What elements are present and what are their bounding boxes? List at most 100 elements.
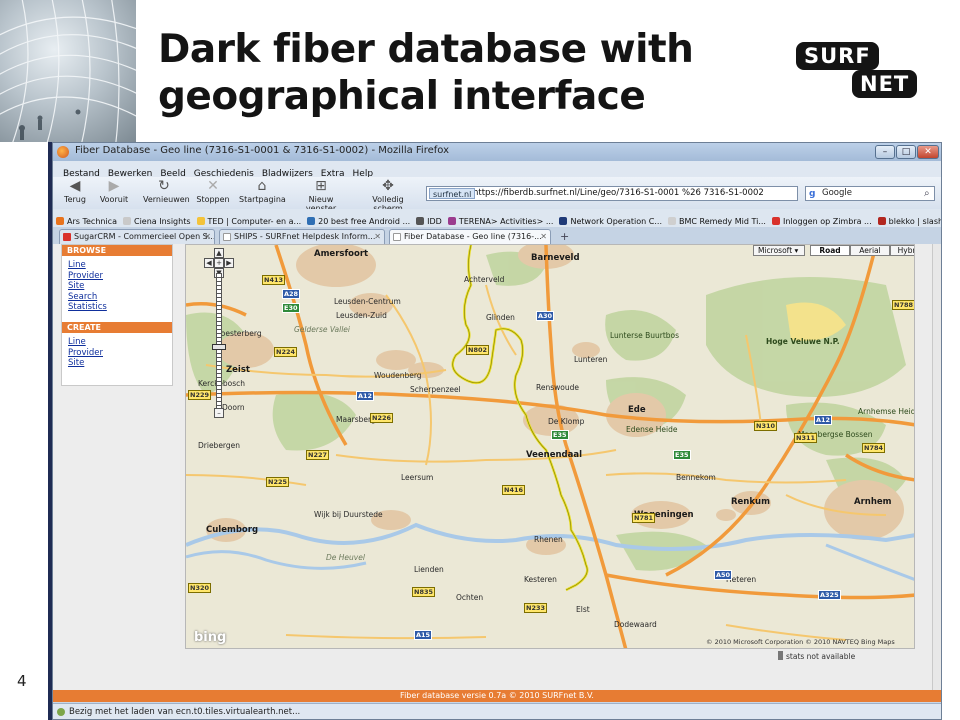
map-copyright: © 2010 Microsoft Corporation © 2010 NAVT… [706,638,895,646]
new-tab-button[interactable]: + [560,230,569,243]
road-shield: A15 [414,630,433,640]
create-heading: CREATE [62,322,172,333]
back-arrow-icon: ◀ [69,178,81,194]
home-icon: ⌂ [257,178,267,194]
sidebar-link-line[interactable]: Line [62,260,172,271]
bookmark-item[interactable]: 20 best free Android ... [304,213,413,226]
bookmark-icon [56,217,64,225]
sidebar-link-search[interactable]: Search [62,292,172,303]
region-label: Gelderse Vallei [294,325,350,334]
place-label: Leusden-Centrum [334,297,401,306]
place-label: Scherpenzeel [410,385,461,394]
place-label: Culemborg [206,525,259,535]
maximize-button[interactable]: □ [896,145,916,159]
browser-status-bar: Bezig met het laden van ecn.t0.tiles.vir… [53,703,941,719]
tab-ships[interactable]: SHIPS - SURFnet Helpdesk Inform... ✕ [219,229,385,244]
road-shield: N416 [502,485,526,495]
road-shield: N225 [266,477,290,487]
page-footer: Fiber database versie 0.7a © 2010 SURFne… [53,690,941,702]
browse-heading: BROWSE [62,245,172,256]
reload-button[interactable]: ↻ Vernieuwen [143,178,190,208]
new-window-button[interactable]: ⊞ Nieuw venster [293,178,349,213]
park-label: Lunterse Buurtbos [610,331,680,340]
map-type-road-button[interactable]: Road [810,245,850,256]
tab-close-icon[interactable]: ✕ [540,230,547,243]
forward-arrow-icon: ▶ [108,178,120,194]
back-button[interactable]: ◀ Terug [61,178,89,208]
logo-surf: SURF [796,42,879,70]
zoom-slider-thumb[interactable] [212,344,226,350]
tab-favicon-icon [223,233,231,241]
bookmark-icon [416,217,425,225]
map-view[interactable]: Amersfoort Soesterberg Leusden-Centrum L… [185,244,915,649]
bookmark-item[interactable]: BMC Remedy Mid Ti... [665,213,769,226]
stats-indicator-icon [778,651,783,660]
zoom-out-button[interactable]: – [214,408,224,418]
logo-net: NET [852,70,918,98]
tab-close-icon[interactable]: ✕ [204,230,211,243]
stop-button[interactable]: ✕ Stoppen [195,178,231,208]
sidebar-link-site[interactable]: Site [62,281,172,292]
tab-fiber-database[interactable]: Fiber Database - Geo line (7316-... ✕ [389,229,551,244]
close-window-button[interactable]: ✕ [917,145,939,159]
place-label: Barneveld [531,253,580,263]
road-shield: N310 [754,421,778,431]
new-window-icon: ⊞ [315,178,327,194]
road-shield: A28 [282,289,301,299]
road-shield: N784 [862,443,886,453]
bookmark-item[interactable]: TED | Computer- en a... [194,213,305,226]
slide-title-line-2: geographical interface [158,74,646,119]
folder-icon [196,217,205,225]
bookmark-item[interactable]: Ars Technica [53,213,120,226]
place-label: Leersum [401,473,434,482]
road-shield: N835 [412,587,436,597]
fullscreen-button[interactable]: ✥ Volledig scherm [357,178,419,213]
pan-right-button[interactable]: ▶ [224,258,234,268]
page-content: BROWSE Line Provider Site Search Statist… [53,244,941,690]
road-shield: N781 [632,513,656,523]
site-identity-badge[interactable]: surfnet.nl [429,188,476,199]
minimize-button[interactable]: – [875,145,895,159]
sidebar-link-create-line[interactable]: Line [62,337,172,348]
road-shield: E30 [282,303,300,313]
bookmark-item[interactable]: Ciena Insights [120,213,194,226]
sidebar-link-create-provider[interactable]: Provider [62,348,172,359]
pan-left-button[interactable]: ◀ [204,258,214,268]
window-titlebar: Fiber Database - Geo line (7316-S1-0001 … [53,143,941,161]
forward-button[interactable]: ▶ Vooruit [97,178,131,208]
place-label: Renkum [731,497,770,507]
place-label: Dodewaard [614,620,657,629]
bookmark-item[interactable]: IDD [413,213,445,226]
browser-window: Fiber Database - Geo line (7316-S1-0001 … [52,142,942,720]
page-scrollbar[interactable] [932,244,941,690]
bookmark-item[interactable]: Inloggen op Zimbra ... [769,213,875,226]
tab-label: SugarCRM - Commercieel Open S... [74,232,215,241]
map-type-aerial-button[interactable]: Aerial [850,245,890,256]
sidebar-link-statistics[interactable]: Statistics [62,302,172,313]
address-bar[interactable]: surfnet.nl https://fiberdb.surfnet.nl/Li… [426,186,798,201]
place-label: Bennekom [676,473,716,482]
bookmark-item[interactable]: TERENA> Activities> ... [445,213,557,226]
sidebar-link-provider[interactable]: Provider [62,271,172,282]
place-label: Driebergen [198,441,241,450]
tab-favicon-icon [63,233,71,241]
place-label: De Heuvel [326,553,365,562]
road-shield: N224 [274,347,298,357]
map-type-hybrid-button[interactable]: Hybrid [890,245,914,256]
tab-close-icon[interactable]: ✕ [374,230,381,243]
home-button[interactable]: ⌂ Startpagina [239,178,286,208]
bookmark-item[interactable]: blekko | slashtag sear... [875,213,941,226]
surfnet-logo: SURF NET [796,42,926,102]
sidebar-link-create-site[interactable]: Site [62,358,172,369]
pan-up-button[interactable]: ▲ [214,248,224,258]
search-input[interactable]: g Google ⌕ [805,186,935,201]
park-label: Hoge Veluwe N.P. [766,337,840,346]
zoom-in-button[interactable]: + [214,258,224,268]
place-label: Amersfoort [314,249,369,259]
slide-title: Dark fiber database with geographical in… [158,26,778,120]
zoom-slider[interactable] [216,273,222,413]
search-icon[interactable]: ⌕ [924,187,930,200]
bookmark-item[interactable]: Network Operation C... [556,213,665,226]
map-provider-select[interactable]: Microsoft ▾ [753,245,805,256]
tab-sugarcrm[interactable]: SugarCRM - Commercieel Open S... ✕ [59,229,215,244]
